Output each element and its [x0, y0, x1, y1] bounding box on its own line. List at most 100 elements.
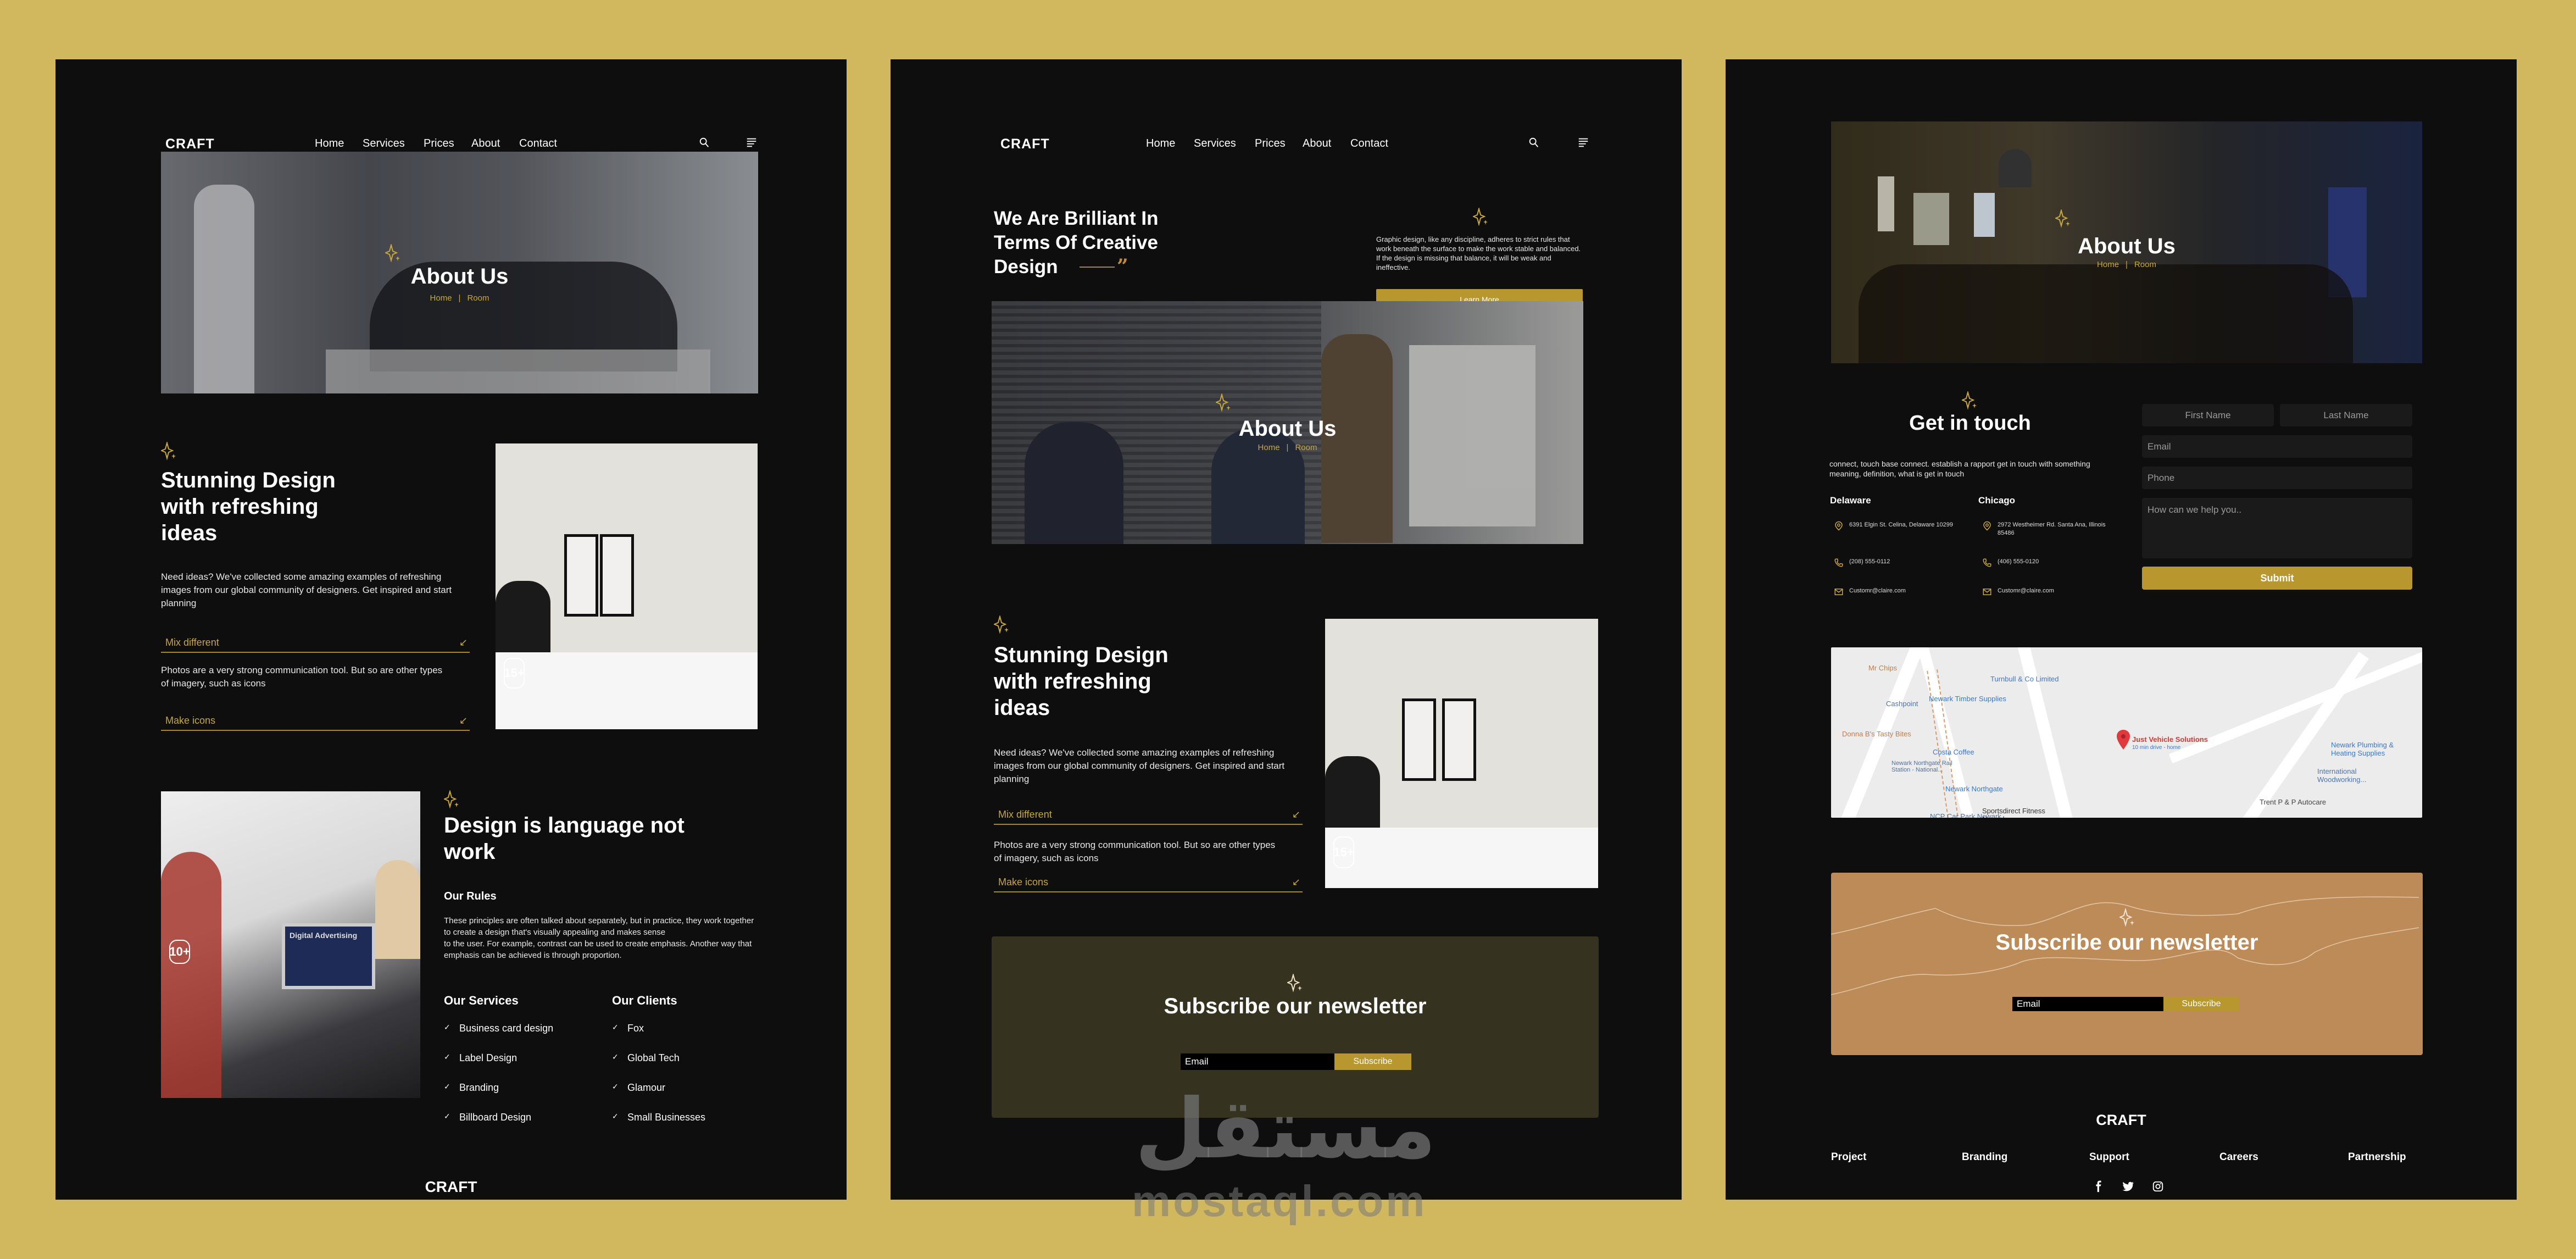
hero-title: About Us	[410, 264, 509, 289]
stunning-title: Stunning Design with refreshing ideas	[161, 468, 336, 545]
newsletter-title: Subscribe our newsletter	[1995, 930, 2258, 955]
instagram-icon[interactable]	[2152, 1180, 2164, 1193]
stunning-paragraph-2: Photos are a very strong communication t…	[161, 665, 443, 689]
check-icon: ✓	[444, 1112, 450, 1121]
services-heading: Our Services	[444, 994, 519, 1007]
experience-badge: 15+	[504, 658, 525, 689]
footer-logo[interactable]: CRAFT	[1726, 1112, 2517, 1129]
workspace-photo: 15+	[496, 443, 758, 729]
twitter-icon[interactable]	[2122, 1180, 2134, 1193]
submit-button[interactable]: Submit	[2142, 567, 2412, 590]
sparkle-icon	[2054, 208, 2071, 228]
nav-services[interactable]: Services	[363, 137, 413, 150]
person-right	[375, 860, 420, 959]
nav-contact[interactable]: Contact	[519, 137, 557, 150]
email-input[interactable]: Email	[2142, 435, 2412, 458]
mail-icon	[1983, 589, 1991, 595]
list-item: ✓ Fox	[612, 1023, 644, 1034]
search-icon[interactable]	[698, 136, 710, 148]
mix-different-link[interactable]: Mix different ↙	[161, 633, 470, 653]
rules-text: These principles are often talked about …	[444, 916, 754, 960]
last-name-input[interactable]: Last Name	[2280, 404, 2412, 426]
newsletter-title: Subscribe our newsletter	[1164, 994, 1427, 1018]
breadcrumb-home[interactable]: Home	[430, 293, 452, 303]
check-icon: ✓	[612, 1112, 619, 1121]
nav-services[interactable]: Services	[1194, 137, 1244, 150]
list-item: ✓ Small Businesses	[612, 1112, 706, 1123]
breadcrumb: Home | Room	[430, 293, 489, 303]
hero-banner: About Us Home | Room	[161, 152, 758, 393]
nav-contact[interactable]: Contact	[1350, 137, 1388, 150]
clients-heading: Our Clients	[612, 994, 677, 1007]
watermark-latin: mostaql.com	[1132, 1177, 1427, 1225]
check-icon: ✓	[612, 1082, 619, 1091]
message-textarea[interactable]: How can we help you..	[2142, 498, 2412, 558]
check-icon: ✓	[612, 1023, 619, 1031]
frame-right	[600, 534, 634, 617]
sparkle-icon	[160, 441, 176, 461]
phone-icon	[1834, 558, 1843, 567]
map-pin-icon[interactable]	[2117, 730, 2130, 750]
email-info: Customr@claire.com	[1982, 587, 2054, 597]
footer-link-support[interactable]: Support	[2089, 1151, 2129, 1163]
frame-right	[1442, 698, 1476, 781]
menu-icon[interactable]	[1577, 136, 1589, 148]
search-icon[interactable]	[1528, 136, 1540, 148]
railway	[1927, 669, 1961, 818]
location-map[interactable]: Mr Chips Turnbull & Co Limited Newark Ti…	[1831, 647, 2422, 818]
brilliant-paragraph: Graphic design, like any discipline, adh…	[1376, 235, 1581, 271]
nav-prices[interactable]: Prices	[424, 137, 460, 150]
make-icons-link[interactable]: Make icons ↙	[994, 873, 1303, 892]
subscribe-button[interactable]: Subscribe	[1334, 1053, 1411, 1070]
location-pin-icon	[1983, 521, 1991, 531]
menu-icon[interactable]	[745, 136, 758, 148]
footer-link-project[interactable]: Project	[1831, 1151, 1866, 1163]
footer-link-careers[interactable]: Careers	[2219, 1151, 2258, 1163]
newsletter-form: Email Subscribe	[1181, 1053, 1411, 1070]
workspace-photo: 15+	[1325, 619, 1598, 888]
list-item: ✓ Branding	[444, 1082, 499, 1093]
breadcrumb: Home | Room	[2097, 260, 2156, 269]
sparkle-icon	[1215, 392, 1231, 412]
panel-about-page-2: CRAFT Home Services Prices About Contact…	[891, 59, 1682, 1200]
footer-link-partnership[interactable]: Partnership	[2348, 1151, 2406, 1163]
newsletter-email-input[interactable]: Email	[2012, 997, 2163, 1011]
logo[interactable]: CRAFT	[1000, 136, 1050, 152]
first-name-input[interactable]: First Name	[2142, 404, 2274, 426]
header: CRAFT Home Services Prices About Contact	[891, 136, 1682, 158]
breadcrumb-home[interactable]: Home	[2097, 260, 2119, 269]
breadcrumb-room[interactable]: Room	[467, 293, 489, 303]
breadcrumb-room[interactable]: Room	[1295, 443, 1317, 452]
map-pin-label: Just Vehicle Solutions	[2132, 735, 2208, 744]
newsletter-email-input[interactable]: Email	[1181, 1053, 1334, 1070]
team-photo: Digital Advertising 10+	[161, 791, 420, 1098]
mix-different-link[interactable]: Mix different ↙	[994, 805, 1303, 825]
sparkle-icon	[993, 614, 1009, 634]
facebook-icon[interactable]	[2093, 1180, 2105, 1193]
arrow-down-left-icon: ↙	[459, 636, 468, 648]
address-info: 2972 Westheimer Rd. Santa Ana, Illinois …	[1982, 521, 2108, 538]
footer-link-branding[interactable]: Branding	[1962, 1151, 2007, 1163]
nav-about[interactable]: About	[471, 137, 508, 150]
nav-prices[interactable]: Prices	[1255, 137, 1292, 150]
subscribe-button[interactable]: Subscribe	[2163, 997, 2239, 1011]
contact-description: connect, touch base connect. establish a…	[1829, 459, 2090, 479]
breadcrumb-home[interactable]: Home	[1258, 443, 1280, 452]
check-icon: ✓	[612, 1052, 619, 1061]
nav-about[interactable]: About	[1303, 137, 1339, 150]
nav-home[interactable]: Home	[315, 137, 352, 150]
sparkle-icon	[443, 789, 459, 809]
arrow-down-left-icon: ↙	[1292, 876, 1300, 888]
make-icons-link[interactable]: Make icons ↙	[161, 711, 470, 731]
footer-logo[interactable]: CRAFT	[55, 1178, 847, 1196]
logo[interactable]: CRAFT	[165, 136, 215, 152]
phone-input[interactable]: Phone	[2142, 467, 2412, 489]
breadcrumb: Home | Room	[1258, 443, 1317, 452]
wave-lines-decoration	[1831, 896, 2419, 995]
breadcrumb-room[interactable]: Room	[2134, 260, 2156, 269]
experience-badge: 10+	[169, 940, 190, 964]
quote-icon: ”	[1117, 255, 1128, 278]
sparkle-icon	[1472, 207, 1488, 226]
nav-home[interactable]: Home	[1146, 137, 1183, 150]
phone-icon	[1983, 558, 1991, 567]
